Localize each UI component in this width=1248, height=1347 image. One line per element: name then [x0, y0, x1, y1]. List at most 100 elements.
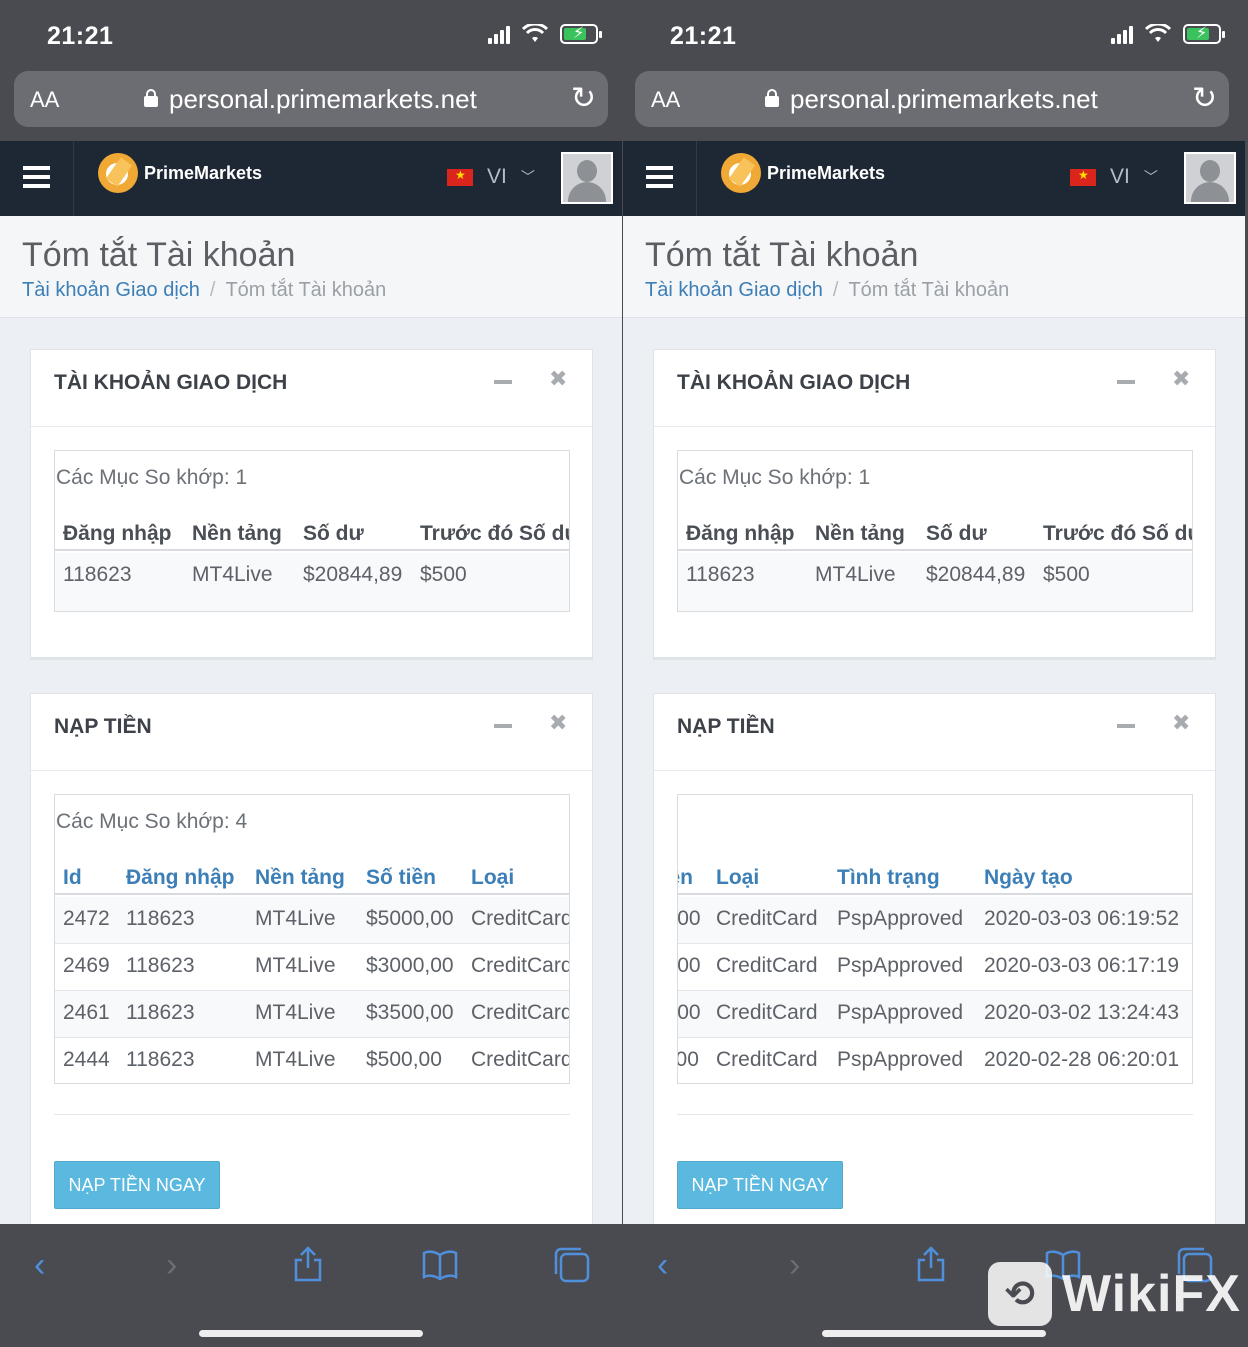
- cell: $5000,00: [366, 907, 454, 930]
- cell: 2020-02-28 06:20:01: [984, 1048, 1179, 1071]
- text-size-button[interactable]: AA: [651, 87, 680, 113]
- column-header[interactable]: Nền tảng: [815, 522, 905, 546]
- address-bar[interactable]: AA personal.primemarkets.net ↻: [635, 71, 1229, 127]
- table-row[interactable]: 2469 118623 MT4Live $3000,00 CreditCard: [55, 944, 570, 991]
- language-selector[interactable]: VI ﹀: [1070, 165, 1158, 189]
- cell: CreditCard: [471, 954, 570, 977]
- user-avatar[interactable]: [561, 152, 613, 204]
- browser-toolbar: ‹ ›: [0, 1224, 622, 1347]
- reload-icon[interactable]: ↻: [571, 81, 596, 116]
- signal-icon: [488, 24, 510, 44]
- column-header[interactable]: Số tiền: [366, 866, 436, 890]
- column-header[interactable]: Đăng nhập: [686, 522, 795, 546]
- cell: 118623: [126, 954, 195, 977]
- reload-icon[interactable]: ↻: [1192, 81, 1217, 116]
- column-header[interactable]: Đăng nhập: [63, 522, 172, 546]
- trading-accounts-panel: TÀI KHOẢN GIAO DỊCH ✖ Các Mục So khớp: 1…: [653, 349, 1216, 660]
- url-text[interactable]: personal.primemarkets.net: [790, 84, 1098, 115]
- cell: $3500,00: [677, 1001, 701, 1024]
- column-header[interactable]: Số tiền: [678, 866, 693, 890]
- deposit-now-button[interactable]: NẠP TIỀN NGAY: [54, 1161, 220, 1209]
- breadcrumb-parent-link[interactable]: Tài khoản Giao dịch: [645, 279, 823, 301]
- cell: $500,00: [677, 1048, 699, 1071]
- language-code: VI: [487, 165, 507, 188]
- forward-icon[interactable]: ›: [166, 1246, 177, 1285]
- table-row[interactable]: $500,00 CreditCard PspApproved 2020-02-2…: [677, 1038, 1192, 1083]
- column-header[interactable]: Số dư: [303, 522, 364, 546]
- tabs-icon[interactable]: [553, 1246, 591, 1284]
- column-header[interactable]: Loại: [716, 866, 759, 890]
- cell: $500: [1043, 563, 1090, 586]
- text-size-button[interactable]: AA: [30, 87, 59, 113]
- back-icon[interactable]: ‹: [657, 1246, 668, 1285]
- cell: 2461: [63, 1001, 110, 1024]
- hamburger-menu-icon[interactable]: [0, 141, 74, 216]
- brand-logo[interactable]: PrimeMarkets: [98, 153, 262, 193]
- column-header[interactable]: Trước đó Số dư: [1043, 522, 1192, 546]
- column-header[interactable]: Ngày tạo: [984, 866, 1073, 890]
- panel-title: NẠP TIỀN: [54, 715, 152, 738]
- table-row[interactable]: 2444 118623 MT4Live $500,00 CreditCard: [55, 1038, 570, 1083]
- cell: MT4Live: [255, 907, 336, 930]
- hamburger-menu-icon[interactable]: [623, 141, 697, 216]
- cell: CreditCard: [716, 907, 818, 930]
- close-icon[interactable]: ✖: [1172, 710, 1190, 736]
- collapse-icon[interactable]: [1117, 380, 1135, 384]
- column-header[interactable]: Id: [63, 866, 82, 890]
- collapse-icon[interactable]: [494, 724, 512, 728]
- user-avatar[interactable]: [1184, 152, 1236, 204]
- table-row[interactable]: $3500,00 CreditCard PspApproved 2020-03-…: [677, 991, 1192, 1038]
- language-selector[interactable]: VI ﹀: [447, 165, 535, 189]
- column-header[interactable]: Tình trạng: [837, 866, 940, 890]
- cell: 118623: [686, 563, 755, 586]
- column-header[interactable]: Trước đó Số dư: [420, 522, 569, 546]
- table-header-row: Id Đăng nhập Nền tảng Số tiền Loại: [55, 848, 569, 895]
- table-row[interactable]: $5000,00 CreditCard PspApproved 2020-03-…: [678, 897, 1192, 944]
- page-content: Tóm tắt Tài khoản Tài khoản Giao dịch / Tó…: [623, 216, 1245, 1224]
- match-count: Các Mục So khớp: 4: [56, 810, 248, 833]
- share-icon[interactable]: [915, 1246, 947, 1282]
- table-row[interactable]: 2461 118623 MT4Live $3500,00 CreditCard: [55, 991, 569, 1038]
- deposit-panel: NẠP TIỀN ✖ Các Mục So khớp: 4 Id Đăng nh…: [30, 693, 593, 1224]
- column-header[interactable]: Nền tảng: [192, 522, 282, 546]
- vietnam-flag-icon: [1070, 168, 1096, 186]
- forward-icon[interactable]: ›: [789, 1246, 800, 1285]
- cell: CreditCard: [471, 1048, 570, 1071]
- wikifx-watermark: ⟲ WikiFX: [988, 1262, 1241, 1326]
- table-row[interactable]: 118623 MT4Live $20844,89 $500: [55, 553, 569, 611]
- breadcrumb-parent-link[interactable]: Tài khoản Giao dịch: [22, 279, 200, 301]
- close-icon[interactable]: ✖: [549, 710, 567, 736]
- column-header[interactable]: Loại: [471, 866, 514, 890]
- column-header[interactable]: Nền tảng: [255, 866, 345, 890]
- table-row[interactable]: $3000,00 CreditCard PspApproved 2020-03-…: [678, 944, 1192, 991]
- column-header[interactable]: Đăng nhập: [126, 866, 235, 890]
- deposit-table-scrolled[interactable]: Số tiền Loại Tình trạng Ngày tạo $5000,0…: [677, 794, 1193, 1084]
- bookmarks-icon[interactable]: [422, 1250, 458, 1280]
- share-icon[interactable]: [292, 1246, 324, 1282]
- collapse-icon[interactable]: [1117, 724, 1135, 728]
- cell: 2020-03-03 06:17:19: [984, 954, 1179, 977]
- wikifx-logo-icon: ⟲: [988, 1262, 1052, 1326]
- collapse-icon[interactable]: [494, 380, 512, 384]
- cell: CreditCard: [716, 954, 818, 977]
- table-row[interactable]: 2472 118623 MT4Live $5000,00 CreditCard: [55, 897, 569, 944]
- close-icon[interactable]: ✖: [1172, 366, 1190, 392]
- brand-name: PrimeMarkets: [767, 162, 886, 183]
- cell: 2469: [63, 954, 110, 977]
- app-header: PrimeMarkets VI ﹀: [0, 141, 622, 216]
- address-bar[interactable]: AA personal.primemarkets.net ↻: [14, 71, 608, 127]
- cell: 118623: [63, 563, 132, 586]
- cell: PspApproved: [837, 907, 964, 930]
- table-row[interactable]: 118623 MT4Live $20844,89 $500: [678, 553, 1192, 611]
- close-icon[interactable]: ✖: [549, 366, 567, 392]
- deposit-now-button[interactable]: NẠP TIỀN NGAY: [677, 1161, 843, 1209]
- brand-logo[interactable]: PrimeMarkets: [721, 153, 885, 193]
- panel-title: TÀI KHOẢN GIAO DỊCH: [677, 371, 911, 394]
- url-text[interactable]: personal.primemarkets.net: [169, 84, 477, 115]
- match-count: Các Mục So khớp: 1: [679, 466, 871, 489]
- back-icon[interactable]: ‹: [34, 1246, 45, 1285]
- cell: 118623: [126, 1001, 195, 1024]
- battery-icon: ⚡: [1183, 24, 1225, 44]
- column-header[interactable]: Số dư: [926, 522, 987, 546]
- battery-icon: ⚡: [560, 24, 602, 44]
